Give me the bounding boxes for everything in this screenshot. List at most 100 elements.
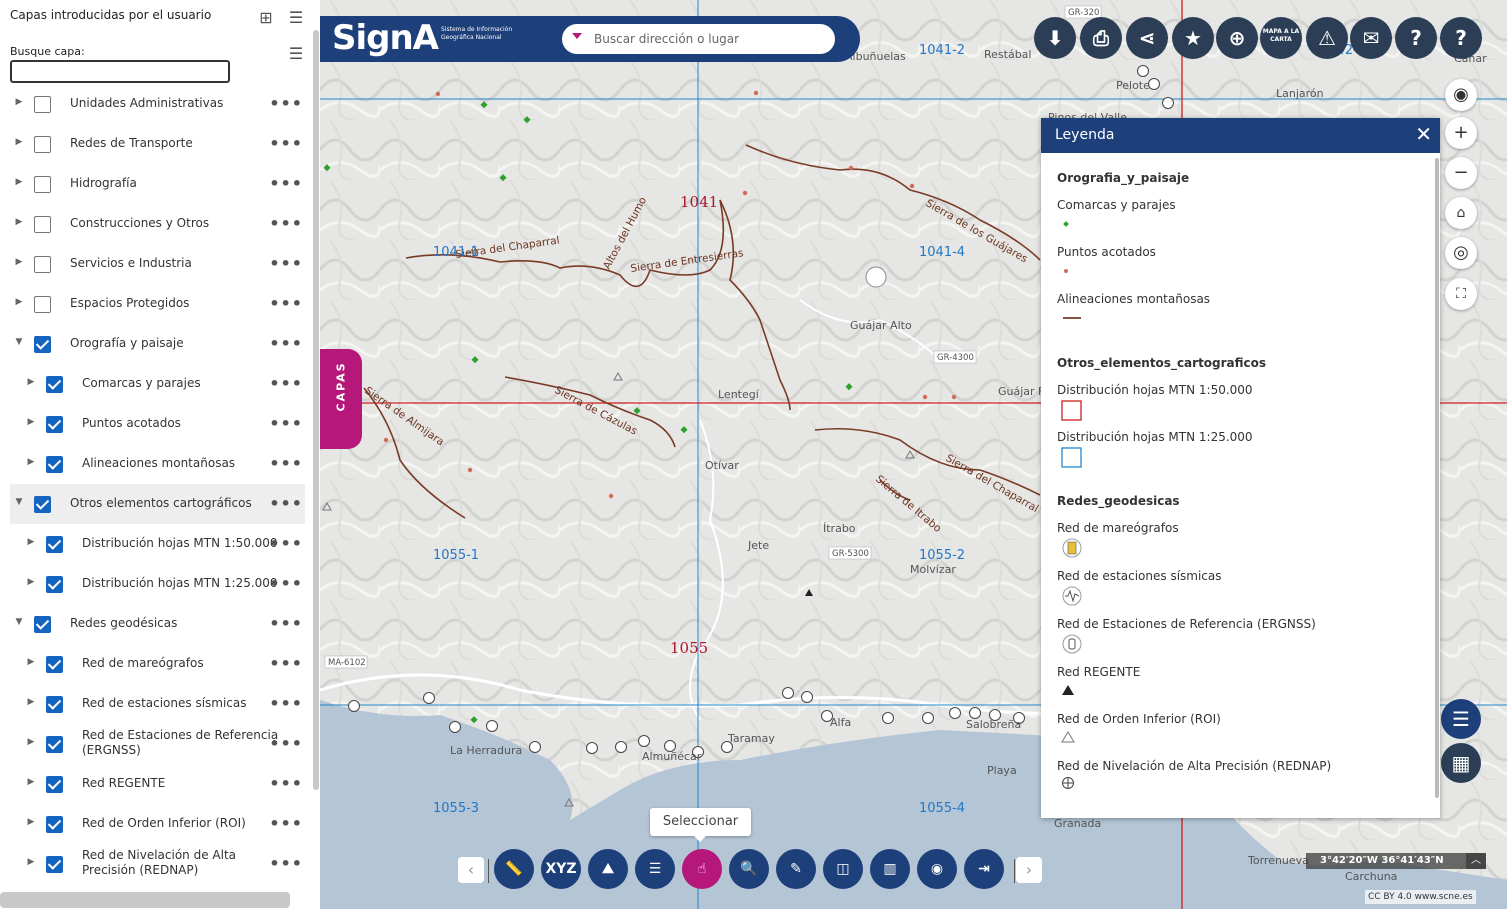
edit-notes-icon[interactable]: ✎ [776, 849, 816, 889]
share-icon[interactable]: ⋖ [1126, 17, 1168, 59]
layer-checkbox[interactable] [34, 256, 51, 273]
layer-checkbox[interactable] [34, 296, 51, 313]
signa-logo[interactable]: SignA [332, 18, 442, 60]
expand-arrow-icon[interactable]: ▶ [14, 97, 24, 107]
layer-checkbox[interactable] [34, 616, 51, 633]
collapse-arrow-icon[interactable]: ▼ [14, 497, 24, 507]
zoom-out-button[interactable]: − [1445, 157, 1477, 189]
add-service-icon[interactable]: ⊕ [1216, 17, 1258, 59]
layer-checkbox[interactable] [34, 336, 51, 353]
layer-row[interactable]: ▶ Unidades Administrativas ••• [10, 84, 305, 124]
expand-arrow-icon[interactable]: ▶ [26, 377, 36, 387]
expand-arrow-icon[interactable]: ▶ [26, 537, 36, 547]
layer-options-icon[interactable]: ••• [269, 176, 303, 192]
layer-options-icon[interactable]: ••• [269, 816, 303, 832]
layer-row[interactable]: ▶ Alineaciones montañosas ••• [10, 444, 305, 484]
layer-options-icon[interactable]: ••• [269, 336, 303, 352]
layer-checkbox[interactable] [34, 96, 51, 113]
layer-row[interactable]: ▶ Distribución hojas MTN 1:50.000 ••• [10, 524, 305, 564]
locate-icon[interactable]: ◎ [1445, 237, 1477, 269]
layer-options-icon[interactable]: ••• [269, 216, 303, 232]
legend-close-button[interactable]: ✕ [1415, 123, 1432, 145]
layer-checkbox[interactable] [46, 776, 63, 793]
chat-help-icon[interactable]: ? [1440, 17, 1482, 59]
layer-checkbox[interactable] [34, 176, 51, 193]
panel-horizontal-scrollbar[interactable] [0, 892, 290, 908]
expand-arrow-icon[interactable]: ▶ [26, 697, 36, 707]
favorite-star-icon[interactable]: ★ [1172, 17, 1214, 59]
layer-checkbox[interactable] [46, 696, 63, 713]
layer-row[interactable]: ▼ Redes geodésicas ••• [10, 604, 305, 644]
layer-options-icon[interactable]: ••• [269, 136, 303, 152]
mail-icon[interactable]: ✉ [1350, 17, 1392, 59]
expand-arrow-icon[interactable]: ▶ [14, 137, 24, 147]
layer-options-icon[interactable]: ••• [269, 96, 303, 112]
layer-checkbox[interactable] [46, 416, 63, 433]
layer-row[interactable]: ▼ Otros elementos cartográficos ••• [10, 484, 305, 524]
search-type-dropdown-icon[interactable] [572, 33, 582, 39]
layer-row[interactable]: ▼ Orografía y paisaje ••• [10, 324, 305, 364]
layer-row[interactable]: ▶ Comarcas y parajes ••• [10, 364, 305, 404]
layer-options-icon[interactable]: ••• [269, 576, 303, 592]
exit-icon[interactable]: ⇥ [964, 849, 1004, 889]
layer-row[interactable]: ▶ Red de Orden Inferior (ROI) ••• [10, 804, 305, 844]
search-features-icon[interactable]: 🔍 [729, 849, 769, 889]
capas-tab[interactable]: CAPAS [320, 349, 362, 449]
expand-arrow-icon[interactable]: ▶ [26, 857, 36, 867]
expand-arrow-icon[interactable]: ▶ [26, 777, 36, 787]
xyz-coordinates-icon[interactable]: XYZ [541, 849, 581, 889]
attribution[interactable]: CC BY 4.0 www.scne.es [1365, 890, 1476, 904]
print-icon[interactable]: ⎙ [1080, 17, 1122, 59]
elevation-profile-icon[interactable]: ⛰ [588, 849, 628, 889]
layer-checkbox[interactable] [46, 856, 63, 873]
collapse-arrow-icon[interactable]: ▼ [14, 617, 24, 627]
layer-checkbox[interactable] [46, 656, 63, 673]
zoom-in-button[interactable]: + [1445, 117, 1477, 149]
layer-checkbox[interactable] [46, 576, 63, 593]
layer-row[interactable]: ▶ Construcciones y Otros ••• [10, 204, 305, 244]
address-search[interactable] [562, 24, 835, 54]
toolbar-prev-button[interactable]: ‹ [458, 857, 484, 883]
basemap-grid-icon[interactable]: ▦ [1441, 743, 1481, 783]
add-layer-icon[interactable]: ⊞ [255, 7, 277, 29]
layer-row[interactable]: ▶ Red de Estaciones de Referencia (ERGNSS… [10, 724, 305, 764]
layer-options-icon[interactable]: ••• [269, 856, 303, 872]
measure-ruler-icon[interactable]: 📏 [494, 849, 534, 889]
coords-collapse-icon[interactable]: ︿ [1466, 853, 1486, 869]
layer-row[interactable]: ▶ Puntos acotados ••• [10, 404, 305, 444]
layer-row[interactable]: ▶ Red REGENTE ••• [10, 764, 305, 804]
layer-options-icon[interactable]: ••• [269, 296, 303, 312]
expand-arrow-icon[interactable]: ▶ [26, 737, 36, 747]
filter-list-icon[interactable]: ☰ [285, 7, 307, 29]
layer-options-icon[interactable]: ••• [269, 656, 303, 672]
legend-scrollbar[interactable] [1435, 158, 1439, 798]
layer-checkbox[interactable] [46, 376, 63, 393]
layer-options-icon[interactable]: ••• [269, 536, 303, 552]
warning-icon[interactable]: ⚠ [1306, 17, 1348, 59]
legend-list-icon[interactable]: ☰ [1441, 699, 1481, 739]
mapa-a-la-carta-icon[interactable]: MAPA A LA CARTA [1260, 17, 1302, 59]
swipe-compare-icon[interactable]: ◫ [823, 849, 863, 889]
toolbar-next-button[interactable]: › [1016, 857, 1042, 883]
layer-row[interactable]: ▶ Distribución hojas MTN 1:25.000 ••• [10, 564, 305, 604]
layer-row[interactable]: ▶ Hidrografía ••• [10, 164, 305, 204]
expand-arrow-icon[interactable]: ▶ [26, 457, 36, 467]
layer-row[interactable]: ▶ Redes de Transporte ••• [10, 124, 305, 164]
panel-vertical-scrollbar[interactable] [313, 30, 319, 790]
select-tool-icon[interactable]: ☝ [682, 849, 722, 889]
layer-checkbox[interactable] [46, 536, 63, 553]
expand-arrow-icon[interactable]: ▶ [14, 257, 24, 267]
layer-checkbox[interactable] [46, 816, 63, 833]
layer-checkbox[interactable] [34, 136, 51, 153]
expand-arrow-icon[interactable]: ▶ [14, 217, 24, 227]
layer-row[interactable]: ▶ Espacios Protegidos ••• [10, 284, 305, 324]
layer-row[interactable]: ▶ Servicios e Industria ••• [10, 244, 305, 284]
layer-row[interactable]: ▶ Red de Nivelación de Alta Precisión (RE… [10, 844, 305, 884]
layer-checkbox[interactable] [34, 496, 51, 513]
layer-options-icon[interactable]: ••• [269, 256, 303, 272]
layer-options-icon[interactable]: ••• [269, 456, 303, 472]
layer-checkbox[interactable] [46, 736, 63, 753]
layer-options-icon[interactable]: ••• [269, 616, 303, 632]
download-icon[interactable]: ⬇ [1034, 17, 1076, 59]
hide-layers-eye-icon[interactable]: ◉ [1445, 79, 1477, 111]
